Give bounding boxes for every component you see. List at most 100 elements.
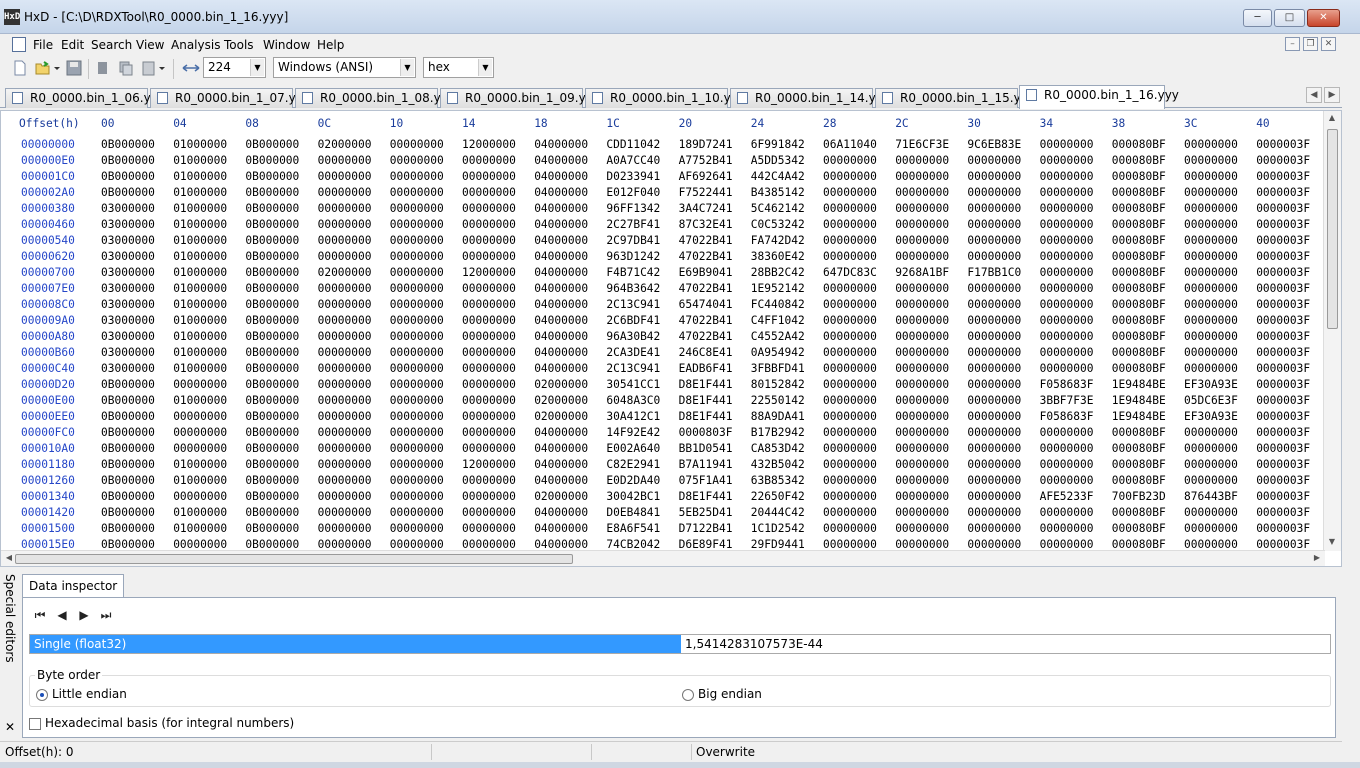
menu-file[interactable]: File: [29, 36, 57, 54]
hex-cell[interactable]: C0C53242: [751, 218, 805, 231]
hex-cell[interactable]: 96A30B42: [606, 330, 660, 343]
hex-cell[interactable]: D8E1F441: [679, 490, 733, 503]
hex-cell[interactable]: 00000000: [823, 442, 877, 455]
hex-cell[interactable]: 00000000: [318, 314, 372, 327]
hex-cell[interactable]: 14F92E42: [606, 426, 660, 439]
hex-cell[interactable]: 00000000: [462, 234, 516, 247]
hex-cell[interactable]: 000080BF: [1112, 298, 1166, 311]
hex-cell[interactable]: 075F1A41: [679, 474, 733, 487]
hex-cell[interactable]: 38360E42: [751, 250, 805, 263]
close-panel-icon[interactable]: ✕: [5, 720, 15, 734]
hex-cell[interactable]: 00000000: [390, 426, 444, 439]
hex-cell[interactable]: 00000000: [895, 330, 949, 343]
hex-cell[interactable]: EADB6F41: [679, 362, 733, 375]
hex-cell[interactable]: 00000000: [462, 218, 516, 231]
hex-cell[interactable]: 03000000: [101, 362, 155, 375]
hex-cell[interactable]: E012F040: [606, 186, 660, 199]
hex-cell[interactable]: 65474041: [679, 298, 733, 311]
hex-cell[interactable]: 0B000000: [101, 490, 155, 503]
hex-cell[interactable]: 00000000: [895, 426, 949, 439]
hex-cell[interactable]: 00000000: [823, 330, 877, 343]
hex-cell[interactable]: 04000000: [534, 218, 588, 231]
hex-cell[interactable]: 00000000: [390, 442, 444, 455]
hex-cell[interactable]: 442C4A42: [751, 170, 805, 183]
hex-cell[interactable]: 00000000: [318, 202, 372, 215]
hex-cell[interactable]: 000080BF: [1112, 314, 1166, 327]
hex-cell[interactable]: B4385142: [751, 186, 805, 199]
hex-cell[interactable]: 0B000000: [101, 474, 155, 487]
hex-cell[interactable]: 0000803F: [679, 426, 733, 439]
scroll-down-icon[interactable]: ▼: [1324, 537, 1340, 546]
hex-cell[interactable]: 03000000: [101, 282, 155, 295]
hex-cell[interactable]: 12000000: [462, 138, 516, 151]
hex-cell[interactable]: 0B000000: [101, 522, 155, 535]
hex-cell[interactable]: 000080BF: [1112, 474, 1166, 487]
hex-cell[interactable]: B17B2942: [751, 426, 805, 439]
hex-cell[interactable]: 00000000: [967, 378, 1021, 391]
hex-cell[interactable]: 00000000: [1040, 346, 1094, 359]
hex-cell[interactable]: 04000000: [534, 474, 588, 487]
hex-cell[interactable]: 04000000: [534, 266, 588, 279]
hex-cell[interactable]: 00000000: [390, 474, 444, 487]
hex-cell[interactable]: CA853D42: [751, 442, 805, 455]
hex-cell[interactable]: FC440842: [751, 298, 805, 311]
hex-cell[interactable]: 04000000: [534, 298, 588, 311]
hex-cell[interactable]: 00000000: [895, 506, 949, 519]
hex-cell[interactable]: 47022B41: [679, 282, 733, 295]
hex-cell[interactable]: C82E2941: [606, 458, 660, 471]
hex-cell[interactable]: 0B000000: [101, 426, 155, 439]
hex-cell[interactable]: 12000000: [462, 458, 516, 471]
hex-cell[interactable]: BB1D0541: [679, 442, 733, 455]
hex-cell[interactable]: 0B000000: [245, 410, 299, 423]
hex-cell[interactable]: 00000000: [1184, 170, 1238, 183]
hex-cell[interactable]: 1E9484BE: [1112, 410, 1166, 423]
hex-cell[interactable]: 00000000: [462, 346, 516, 359]
hex-cell[interactable]: 00000000: [318, 298, 372, 311]
hex-cell[interactable]: 04000000: [534, 506, 588, 519]
hex-cell[interactable]: 04000000: [534, 250, 588, 263]
hex-cell[interactable]: 000080BF: [1112, 282, 1166, 295]
previous-icon[interactable]: ◀: [55, 608, 69, 622]
hex-cell[interactable]: 03000000: [101, 314, 155, 327]
hex-cell[interactable]: 00000000: [390, 218, 444, 231]
hex-cell[interactable]: 00000000: [318, 186, 372, 199]
hex-cell[interactable]: 5EB25D41: [679, 506, 733, 519]
hex-cell[interactable]: 1E9484BE: [1112, 394, 1166, 407]
hex-cell[interactable]: 0B000000: [245, 346, 299, 359]
hex-cell[interactable]: 00000000: [1040, 202, 1094, 215]
hex-cell[interactable]: 22650F42: [751, 490, 805, 503]
hex-cell[interactable]: 0B000000: [101, 138, 155, 151]
hex-cell[interactable]: 00000000: [1040, 314, 1094, 327]
hex-cell[interactable]: 00000000: [1040, 298, 1094, 311]
hex-cell[interactable]: 0B000000: [245, 506, 299, 519]
hex-cell[interactable]: 00000000: [390, 314, 444, 327]
hex-cell[interactable]: 00000000: [1184, 426, 1238, 439]
hex-cell[interactable]: 00000000: [318, 330, 372, 343]
hex-cell[interactable]: D0EB4841: [606, 506, 660, 519]
hex-cell[interactable]: 05DC6E3F: [1184, 394, 1238, 407]
hex-cell[interactable]: 0B000000: [245, 426, 299, 439]
hex-cell[interactable]: D7122B41: [679, 522, 733, 535]
charset-select[interactable]: Windows (ANSI) ▼: [273, 57, 416, 78]
hex-cell[interactable]: 6F991842: [751, 138, 805, 151]
mdi-restore-button[interactable]: ❐: [1303, 37, 1318, 51]
hex-cell[interactable]: 00000000: [823, 378, 877, 391]
hex-cell[interactable]: 00000000: [318, 490, 372, 503]
document-icon[interactable]: [12, 37, 26, 52]
hex-cell[interactable]: 71E6CF3E: [895, 138, 949, 151]
hex-cell[interactable]: 00000000: [173, 410, 227, 423]
hex-cell[interactable]: 0000003F: [1256, 506, 1310, 519]
hex-cell[interactable]: 00000000: [318, 218, 372, 231]
menu-analysis[interactable]: Analysis: [167, 36, 224, 54]
hex-cell[interactable]: 00000000: [173, 442, 227, 455]
hex-cell[interactable]: 00000000: [390, 506, 444, 519]
hex-cell[interactable]: 04000000: [534, 154, 588, 167]
hex-cell[interactable]: 00000000: [462, 442, 516, 455]
hex-cell[interactable]: 03000000: [101, 202, 155, 215]
hex-cell[interactable]: 0B000000: [245, 218, 299, 231]
hex-cell[interactable]: 00000000: [895, 490, 949, 503]
hex-cell[interactable]: 00000000: [1040, 266, 1094, 279]
hex-cell[interactable]: 0000003F: [1256, 474, 1310, 487]
hex-cell[interactable]: 00000000: [895, 250, 949, 263]
hex-cell[interactable]: 3A4C7241: [679, 202, 733, 215]
